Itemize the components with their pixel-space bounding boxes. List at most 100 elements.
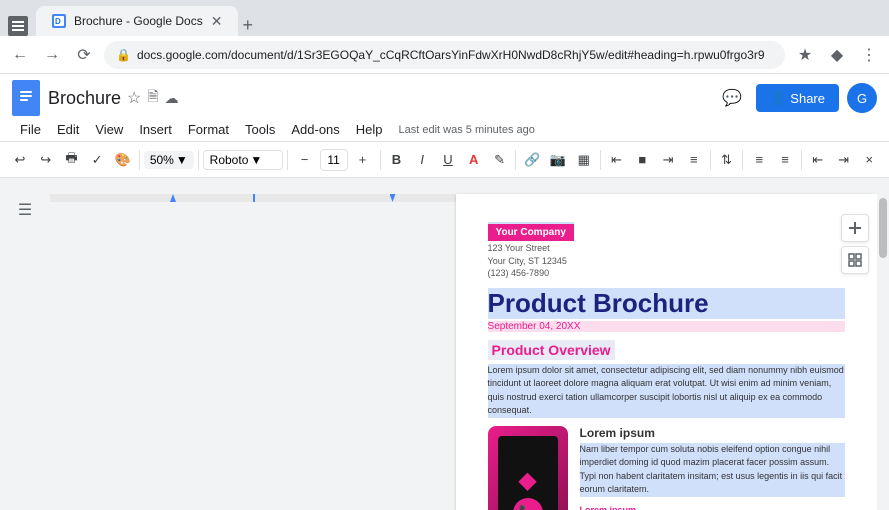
scrollbar[interactable] <box>877 178 889 510</box>
image-resize-button[interactable] <box>841 246 869 274</box>
outline-button[interactable]: ☰ <box>9 194 41 226</box>
menu-insert[interactable]: Insert <box>131 118 180 141</box>
docs-top-row: Brochure ☆ 🗎 ☁ 💬 👤 Share G <box>12 80 877 116</box>
align-right-button[interactable]: ⇥ <box>656 147 680 173</box>
share-icon: 👤 <box>770 90 786 106</box>
phone-icon: ◆ <box>518 466 536 495</box>
drawing-button[interactable]: ▦ <box>572 147 596 173</box>
undo-button[interactable]: ↩ <box>8 147 32 173</box>
tab-close-icon[interactable]: ✕ <box>211 13 223 30</box>
docs-title-group: Brochure ☆ 🗎 ☁ <box>48 86 708 110</box>
zoom-chevron-icon: ▼ <box>176 153 188 167</box>
menu-format[interactable]: Format <box>180 118 237 141</box>
menu-file[interactable]: File <box>12 118 49 141</box>
menubar: File Edit View Insert Format Tools Add-o… <box>12 118 877 141</box>
address-line1: 123 Your Street <box>488 243 550 253</box>
url-bar[interactable]: 🔒 docs.google.com/document/d/1Sr3EGOQaY_… <box>104 41 785 69</box>
company-name-text: Your Company <box>488 224 574 241</box>
italic-button[interactable]: I <box>410 147 434 173</box>
svg-text:D: D <box>55 17 61 26</box>
bold-button[interactable]: B <box>385 147 409 173</box>
phone-image: ◆ 📞 <box>488 426 568 510</box>
document-date: September 04, 20XX <box>488 321 845 332</box>
zoom-selector[interactable]: 50% ▼ <box>144 151 194 169</box>
text-color-button[interactable]: A <box>462 147 486 173</box>
paint-format-button[interactable]: 🎨 <box>111 147 135 173</box>
line-spacing-button[interactable]: ⇅ <box>715 147 739 173</box>
extensions-icon[interactable]: ◆ <box>825 43 849 67</box>
reload-button[interactable]: ⟳ <box>72 43 96 67</box>
drive-icon[interactable]: 🗎 <box>147 86 158 110</box>
address-bar: ← → ⟳ 🔒 docs.google.com/document/d/1Sr3E… <box>0 36 889 74</box>
share-button[interactable]: 👤 Share <box>756 84 839 112</box>
forward-button[interactable]: → <box>40 43 64 67</box>
phone-button-icon: 📞 <box>519 504 536 510</box>
increase-indent-button[interactable]: ⇥ <box>832 147 856 173</box>
document-title: Product Brochure <box>488 288 845 319</box>
browser-chrome: D Brochure - Google Docs ✕ + ← → ⟳ 🔒 doc… <box>0 0 889 74</box>
toolbar-divider-7 <box>710 150 711 170</box>
docs-header: Brochure ☆ 🗎 ☁ 💬 👤 Share G File Edit Vie… <box>0 74 889 142</box>
font-chevron-icon: ▼ <box>250 153 262 167</box>
spell-check-button[interactable]: ✓ <box>85 147 109 173</box>
menu-view[interactable]: View <box>87 118 131 141</box>
numbered-list-button[interactable]: ≡ <box>773 147 797 173</box>
font-size-decrease-button[interactable]: − <box>292 147 318 173</box>
star-icon[interactable]: ☆ <box>127 88 141 108</box>
col2-heading: Lorem ipsum <box>580 426 845 440</box>
browser-menu-icon[interactable] <box>8 16 28 36</box>
menu-addons[interactable]: Add-ons <box>283 118 347 141</box>
left-sidebar: ☰ <box>0 178 50 510</box>
align-left-button[interactable]: ⇤ <box>605 147 629 173</box>
bullets-button[interactable]: ≡ <box>747 147 771 173</box>
link-button[interactable]: 🔗 <box>520 147 544 173</box>
zoom-value: 50% <box>150 153 174 167</box>
company-phone: (123) 456-7890 <box>488 268 550 278</box>
toolbar-divider-8 <box>742 150 743 170</box>
bookmark-icon[interactable]: ★ <box>793 43 817 67</box>
company-name-block: Your Company <box>488 222 574 240</box>
share-label: Share <box>790 91 825 106</box>
col2-sub: Lorem ipsum <box>580 505 845 510</box>
cloud-icon[interactable]: ☁ <box>165 90 179 107</box>
font-size-increase-button[interactable]: + <box>350 147 376 173</box>
float-toolbar <box>841 214 869 274</box>
active-tab[interactable]: D Brochure - Google Docs ✕ <box>36 6 238 36</box>
menu-edit[interactable]: Edit <box>49 118 87 141</box>
print-button[interactable]: 🖶 <box>60 147 84 173</box>
font-name: Roboto <box>210 153 249 167</box>
col2-text: Lorem ipsum Nam liber tempor cum soluta … <box>580 426 845 510</box>
new-tab-icon[interactable]: + <box>242 15 253 36</box>
lock-icon: 🔒 <box>116 48 131 62</box>
back-button[interactable]: ← <box>8 43 32 67</box>
highlight-button[interactable]: ✎ <box>488 147 512 173</box>
menu-tools[interactable]: Tools <box>237 118 283 141</box>
company-address: 123 Your Street Your City, ST 12345 (123… <box>488 242 845 280</box>
redo-button[interactable]: ↪ <box>34 147 58 173</box>
underline-button[interactable]: U <box>436 147 460 173</box>
toolbar-divider-3 <box>287 150 288 170</box>
docs-title: Brochure <box>48 88 121 109</box>
toolbar-divider-4 <box>380 150 381 170</box>
browser-settings-icon[interactable]: ⋮ <box>857 43 881 67</box>
add-row-button[interactable] <box>841 214 869 242</box>
docs-logo <box>12 80 40 116</box>
comment-button[interactable]: 💬 <box>716 82 748 114</box>
document-content-area[interactable]: Your Company 123 Your Street Your City, … <box>50 178 877 510</box>
font-size-area: − + <box>292 147 376 173</box>
menu-help[interactable]: Help <box>348 118 391 141</box>
font-selector[interactable]: Roboto ▼ <box>203 150 283 170</box>
align-center-button[interactable]: ■ <box>630 147 654 173</box>
toolbar-divider-2 <box>198 150 199 170</box>
toolbar-divider-6 <box>600 150 601 170</box>
font-size-input[interactable] <box>320 149 348 171</box>
last-edit-text: Last edit was 5 minutes ago <box>399 124 535 136</box>
image-button[interactable]: 📷 <box>546 147 570 173</box>
address-line2: Your City, ST 12345 <box>488 256 567 266</box>
decrease-indent-button[interactable]: ⇤ <box>806 147 830 173</box>
two-column-section: ◆ 📞 Lorem ipsum Nam liber tempor cum sol… <box>488 426 845 510</box>
toolbar: ↩ ↪ 🖶 ✓ 🎨 50% ▼ Roboto ▼ − + B I U A ✎ 🔗… <box>0 142 889 178</box>
user-avatar[interactable]: G <box>847 83 877 113</box>
clear-formatting-button[interactable]: × <box>857 147 881 173</box>
align-justify-button[interactable]: ≡ <box>682 147 706 173</box>
